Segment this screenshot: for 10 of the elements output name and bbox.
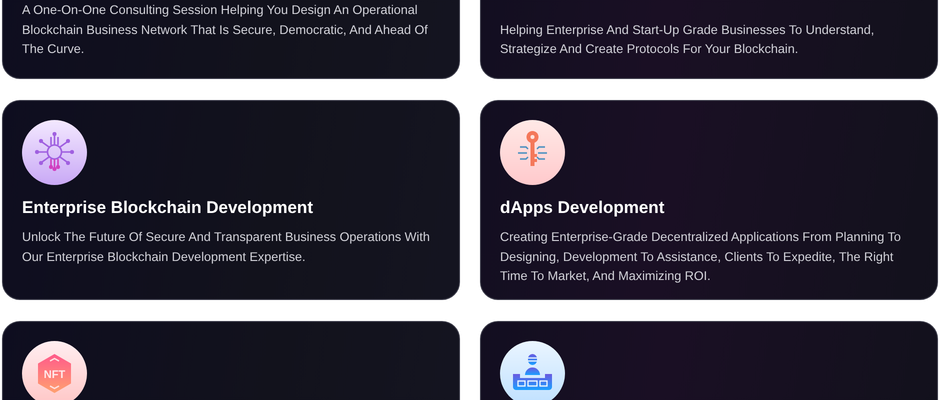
kiosk-icon <box>500 341 565 400</box>
card-description: A One-On-One Consulting Session Helping You Design An Operational Blockchain Business Network That Is Secure, Democratic, And Ahead Of The Curve. <box>22 2 429 58</box>
network-icon <box>22 120 87 185</box>
card-description: Unlock The Future Of Secure And Transparent Business Operations With Our Enterprise Blockchain Development Expertise. <box>22 229 431 266</box>
card-title: dApps Development <box>500 197 666 219</box>
card-description: Helping Enterprise And Start-Up Grade Businesses To Understand, Strategize And Create Protocols For Your Blockchain. <box>500 22 876 58</box>
card-description: Creating Enterprise-Grade Decentralized Applications From Planning To Designing, Development To Assistance, Clients To Expedite, The Right Time To Market, And Maximizing ROI. <box>500 229 902 286</box>
key-icon <box>500 120 565 185</box>
card-title: Enterprise Blockchain Development <box>22 197 314 219</box>
nft-icon: NFT <box>22 341 87 400</box>
